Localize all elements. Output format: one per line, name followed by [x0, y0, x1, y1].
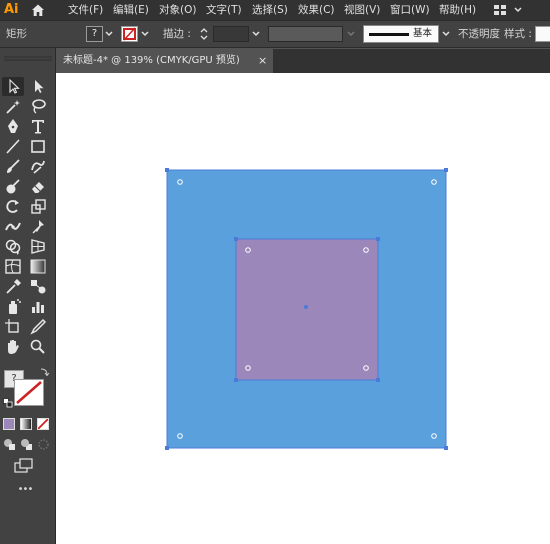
- line-segment-tool-icon[interactable]: [4, 138, 22, 155]
- stroke-color-swatch[interactable]: [121, 26, 138, 42]
- stroke-weight-input[interactable]: [213, 26, 249, 42]
- toolbox-panel: ? •••: [0, 48, 56, 544]
- graphic-style-swatch[interactable]: [535, 26, 550, 42]
- draw-behind-icon[interactable]: [20, 438, 33, 451]
- stroke-label: 描边 :: [163, 28, 191, 40]
- screen-mode-icon[interactable]: [14, 458, 34, 474]
- brush-definition-dropdown[interactable]: 基本: [363, 25, 439, 43]
- lasso-tool-icon[interactable]: [29, 98, 47, 115]
- fill-color-swatch[interactable]: ?: [86, 26, 103, 42]
- menu-select[interactable]: 选择(S): [252, 0, 288, 20]
- close-icon[interactable]: ×: [258, 49, 267, 73]
- menu-bar: Ai 文件(F) 编辑(E) 对象(O) 文字(T) 选择(S) 效果(C) 视…: [0, 0, 550, 20]
- rotate-tool-icon[interactable]: [4, 198, 22, 215]
- menu-help[interactable]: 帮助(H): [439, 0, 476, 20]
- document-tab[interactable]: 未标题-4* @ 139% (CMYK/GPU 预览) ×: [56, 49, 273, 73]
- menu-object[interactable]: 对象(O): [159, 0, 196, 20]
- scale-tool-icon[interactable]: [29, 198, 47, 215]
- inner-purple-rectangle[interactable]: [236, 239, 378, 380]
- blend-tool-icon[interactable]: [29, 278, 47, 295]
- menu-effect[interactable]: 效果(C): [298, 0, 335, 20]
- chevron-down-icon[interactable]: [104, 29, 114, 39]
- color-mode-button[interactable]: [3, 418, 15, 430]
- magic-wand-tool-icon[interactable]: [4, 98, 22, 115]
- menu-type[interactable]: 文字(T): [206, 0, 242, 20]
- selection-type-label: 矩形: [6, 28, 27, 40]
- center-point: [304, 305, 308, 309]
- symbol-sprayer-tool-icon[interactable]: [4, 298, 22, 315]
- type-tool-icon[interactable]: [29, 118, 47, 135]
- chevron-down-icon[interactable]: [441, 29, 451, 39]
- control-bar: 矩形 ? 描边 : 基本 不透明度 样式 :: [0, 20, 550, 48]
- brush-label: 基本: [413, 28, 433, 39]
- shape-builder-tool-icon[interactable]: [4, 238, 22, 255]
- workspace-switcher-icon[interactable]: [493, 3, 507, 17]
- width-tool-icon[interactable]: [4, 218, 22, 235]
- selection-tool-icon[interactable]: [2, 77, 24, 96]
- stroke-swatch[interactable]: [14, 379, 44, 406]
- slice-tool-icon[interactable]: [29, 318, 47, 335]
- menu-view[interactable]: 视图(V): [344, 0, 380, 20]
- pen-tool-icon[interactable]: [4, 118, 22, 135]
- column-graph-tool-icon[interactable]: [29, 298, 47, 315]
- eyedropper-tool-icon[interactable]: [4, 278, 22, 295]
- swap-fill-stroke-icon[interactable]: [40, 366, 50, 377]
- panel-grip[interactable]: [4, 52, 52, 61]
- document-tab-title: 未标题-4* @ 139% (CMYK/GPU 预览): [63, 55, 240, 66]
- stroke-weight-stepper[interactable]: [199, 27, 209, 41]
- edit-toolbar-button[interactable]: •••: [10, 482, 40, 498]
- artboard-tool-icon[interactable]: [4, 318, 22, 335]
- chevron-down-icon[interactable]: [346, 29, 356, 39]
- menu-file[interactable]: 文件(F): [68, 0, 103, 20]
- chevron-down-icon[interactable]: [251, 29, 261, 39]
- home-icon[interactable]: [30, 2, 46, 18]
- shaper-tool-icon[interactable]: [29, 158, 47, 175]
- hand-tool-icon[interactable]: [4, 338, 22, 355]
- variable-width-profile[interactable]: [268, 26, 343, 42]
- perspective-grid-tool-icon[interactable]: [29, 238, 47, 255]
- menu-window[interactable]: 窗口(W): [390, 0, 430, 20]
- mesh-tool-icon[interactable]: [4, 258, 22, 275]
- opacity-label[interactable]: 不透明度: [458, 21, 500, 47]
- zoom-tool-icon[interactable]: [29, 338, 47, 355]
- gradient-mode-button[interactable]: [20, 418, 32, 430]
- chevron-down-icon[interactable]: [140, 29, 150, 39]
- puppet-warp-tool-icon[interactable]: [29, 218, 47, 235]
- draw-inside-icon[interactable]: [37, 438, 50, 451]
- brush-stroke-preview: [369, 33, 409, 36]
- paintbrush-tool-icon[interactable]: [4, 158, 22, 175]
- style-label: 样式 :: [504, 28, 532, 40]
- none-mode-button[interactable]: [37, 418, 49, 430]
- artboard-canvas[interactable]: [56, 73, 550, 544]
- gradient-tool-icon[interactable]: [29, 258, 47, 275]
- rectangle-tool-icon[interactable]: [29, 138, 47, 155]
- blob-brush-tool-icon[interactable]: [4, 178, 22, 195]
- ai-logo[interactable]: Ai: [4, 1, 26, 18]
- chevron-down-icon[interactable]: [513, 3, 523, 17]
- default-fill-stroke-icon[interactable]: [3, 398, 13, 408]
- menu-edit[interactable]: 编辑(E): [113, 0, 149, 20]
- draw-normal-icon[interactable]: [3, 438, 16, 451]
- direct-selection-tool-icon[interactable]: [29, 78, 47, 95]
- eraser-tool-icon[interactable]: [29, 178, 47, 195]
